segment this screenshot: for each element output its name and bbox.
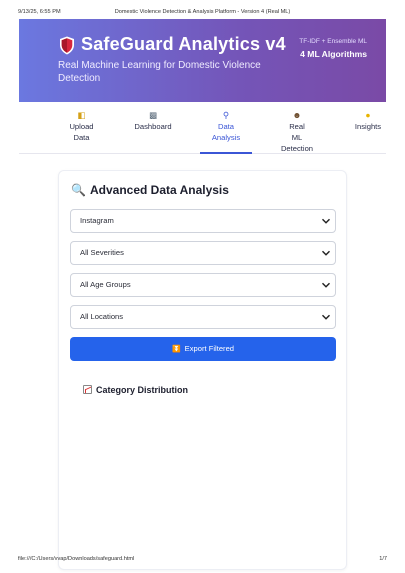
chevron-down-icon <box>321 218 331 224</box>
severity-filter-value: All Severities <box>80 248 124 257</box>
print-file-path: file:///C:/Users/vvap/Downloads/safeguar… <box>18 556 135 562</box>
tab-label: Data <box>73 133 90 142</box>
app-subtitle: Real Machine Learning for Domestic Viole… <box>58 60 261 84</box>
chevron-down-icon <box>321 250 331 256</box>
tab-insights[interactable]: ● Insights <box>348 102 388 154</box>
analysis-panel: 🔍 Advanced Data Analysis Instagram All Se… <box>58 170 347 570</box>
export-button-label: Export Filtered <box>184 344 235 353</box>
age-group-filter[interactable]: All Age Groups <box>70 273 336 297</box>
print-page-counter: 1/7 <box>379 556 387 562</box>
nav-tabs: ◧ Upload Data ▩ Dashboard ⚲ Data Analysi… <box>19 102 386 154</box>
tab-label: Dashboard <box>134 122 172 131</box>
tech-label: TF-IDF + Ensemble ML <box>299 38 367 45</box>
robot-icon: ☻ <box>292 110 302 120</box>
tab-real-ml-detection[interactable]: ☻ Real ML Detection <box>271 102 323 154</box>
hero-banner: SafeGuard Analytics v4 Real Machine Lear… <box>19 19 386 102</box>
print-header: 9/13/25, 6:55 PM Domestic Violence Detec… <box>0 9 405 19</box>
chevron-down-icon <box>321 314 331 320</box>
tab-data-analysis[interactable]: ⚲ Data Analysis <box>200 102 252 154</box>
chevron-down-icon <box>321 282 331 288</box>
shield-icon <box>60 36 74 55</box>
tab-label: Insights <box>354 122 382 131</box>
models-label: 4 ML Algorithms <box>300 49 367 59</box>
export-filtered-button[interactable]: ⏬ Export Filtered <box>70 337 336 361</box>
tab-label: Real <box>289 122 305 131</box>
bar-chart-icon: ▩ <box>148 110 158 120</box>
model-info: TF-IDF + Ensemble ML 4 ML Algorithms <box>292 37 367 60</box>
tab-label: Detection <box>280 144 314 153</box>
folder-icon: ◧ <box>77 110 86 120</box>
download-icon: ⏬ <box>171 346 181 353</box>
location-filter-value: All Locations <box>80 312 124 321</box>
tab-label: Data <box>217 122 235 131</box>
magnifier-icon: 🔍 <box>71 183 86 197</box>
print-footer: file:///C:/Users/vvap/Downloads/safeguar… <box>0 556 405 566</box>
platform-filter-value: Instagram <box>80 216 114 225</box>
tab-dashboard[interactable]: ▩ Dashboard <box>127 102 179 154</box>
age-group-filter-value: All Age Groups <box>80 280 131 289</box>
print-doc-title: Domestic Violence Detection & Analysis P… <box>114 9 291 15</box>
magnifier-icon: ⚲ <box>222 110 230 120</box>
app-title: SafeGuard Analytics v4 <box>81 34 286 54</box>
tab-label: ML <box>291 133 303 142</box>
category-distribution-heading: Category Distribution <box>83 385 188 395</box>
line-chart-icon <box>83 385 92 394</box>
severity-filter[interactable]: All Severities <box>70 241 336 265</box>
panel-title-text: Advanced Data Analysis <box>90 183 229 197</box>
tab-label: Upload <box>69 122 94 131</box>
panel-title: 🔍 Advanced Data Analysis <box>71 183 229 197</box>
platform-filter[interactable]: Instagram <box>70 209 336 233</box>
category-distribution-text: Category Distribution <box>96 385 189 395</box>
lightbulb-icon: ● <box>365 110 371 120</box>
tab-label: Analysis <box>211 133 241 142</box>
tab-upload-data[interactable]: ◧ Upload Data <box>59 102 104 154</box>
location-filter[interactable]: All Locations <box>70 305 336 329</box>
